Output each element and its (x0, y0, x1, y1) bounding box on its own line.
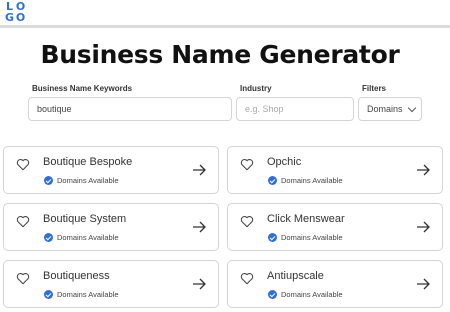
industry-label: Industry (240, 84, 272, 93)
heart-icon[interactable] (240, 158, 254, 171)
domain-status: Domains Available (44, 233, 119, 242)
logo-letter: G (4, 11, 15, 24)
domain-status: Domains Available (268, 176, 343, 185)
filters-value: Domains (367, 104, 403, 114)
filters-select[interactable]: Domains (358, 97, 422, 121)
check-circle-icon (268, 290, 277, 299)
domain-status-text: Domains Available (57, 290, 119, 299)
domain-status-text: Domains Available (281, 176, 343, 185)
result-name: Opchic (267, 156, 302, 168)
result-card[interactable]: Boutique System Domains Available (3, 203, 219, 251)
chevron-down-icon (407, 103, 416, 112)
result-card[interactable]: Boutique Bespoke Domains Available (3, 146, 219, 194)
check-circle-icon (44, 233, 53, 242)
domain-status: Domains Available (268, 290, 343, 299)
check-circle-icon (268, 176, 277, 185)
heart-icon[interactable] (240, 272, 254, 285)
keywords-input[interactable] (28, 97, 232, 121)
domain-status-text: Domains Available (57, 176, 119, 185)
domain-status: Domains Available (44, 290, 119, 299)
arrow-right-icon[interactable] (192, 221, 206, 233)
result-card[interactable]: Click Menswear Domains Available (227, 203, 443, 251)
filters-label: Filters (362, 84, 387, 93)
logo-letter: O (15, 11, 26, 24)
header-divider (0, 25, 450, 28)
heart-icon[interactable] (240, 215, 254, 228)
arrow-right-icon[interactable] (416, 221, 430, 233)
check-circle-icon (44, 290, 53, 299)
heart-icon[interactable] (16, 272, 30, 285)
result-name: Boutiqueness (43, 270, 110, 282)
arrow-right-icon[interactable] (192, 278, 206, 290)
domain-status-text: Domains Available (57, 233, 119, 242)
page-title: Business Name Generator (40, 40, 400, 69)
domain-status: Domains Available (44, 176, 119, 185)
result-card[interactable]: Boutiqueness Domains Available (3, 260, 219, 308)
arrow-right-icon[interactable] (416, 164, 430, 176)
domain-status: Domains Available (268, 233, 343, 242)
keywords-label: Business Name Keywords (32, 84, 133, 93)
domain-status-text: Domains Available (281, 233, 343, 242)
industry-input[interactable] (236, 97, 354, 121)
result-name: Boutique System (43, 213, 127, 225)
logo[interactable]: L O G O (4, 1, 26, 23)
result-name: Antiupscale (267, 270, 324, 282)
heart-icon[interactable] (16, 215, 30, 228)
check-circle-icon (268, 233, 277, 242)
result-name: Click Menswear (267, 213, 345, 225)
domain-status-text: Domains Available (281, 290, 343, 299)
result-name: Boutique Bespoke (43, 156, 133, 168)
result-card[interactable]: Opchic Domains Available (227, 146, 443, 194)
arrow-right-icon[interactable] (192, 164, 206, 176)
top-bar: L O G O (0, 0, 450, 26)
arrow-right-icon[interactable] (416, 278, 430, 290)
check-circle-icon (44, 176, 53, 185)
heart-icon[interactable] (16, 158, 30, 171)
result-card[interactable]: Antiupscale Domains Available (227, 260, 443, 308)
